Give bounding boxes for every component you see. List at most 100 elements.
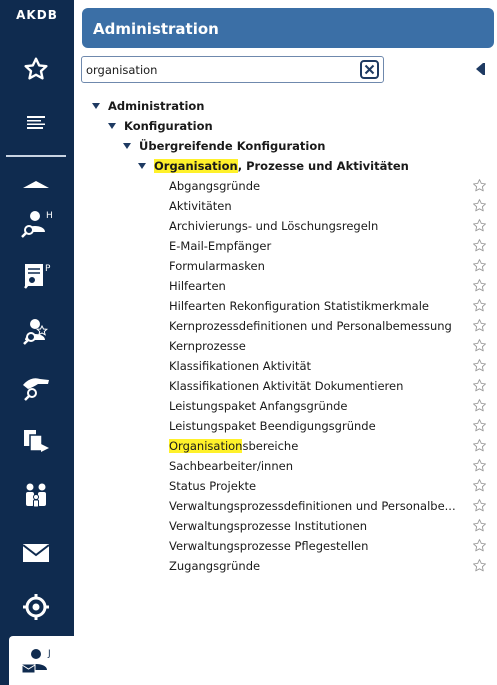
tree-leaf-label: E-Mail-Empfänger [169,239,272,253]
tree-leaf-label: Archivierungs- und Löschungsregeln [169,219,379,233]
tree-node-administration[interactable]: Administration [92,96,205,116]
sidebar: AKDB H P J [0,0,74,685]
tree-node-konfiguration[interactable]: Konfiguration [108,116,213,136]
tree-leaf-item[interactable]: Zugangsgründe [169,556,260,576]
tree-leaf-item[interactable]: Klassifikationen Aktivität [169,356,311,376]
sidebar-item-target[interactable] [12,587,60,627]
favorites-button[interactable] [12,49,60,89]
tree-leaf-item[interactable]: Status Projekte [169,476,256,496]
person-mail-icon: J [21,649,51,674]
favorite-star-icon[interactable] [472,318,487,333]
tree-leaf-label: Hilfearten Rekonfiguration Statistikmerk… [169,299,429,313]
favorite-star-icon[interactable] [472,518,487,533]
menu-lines-icon [27,116,45,129]
sidebar-item-documents-transfer[interactable] [12,421,60,461]
tree-leaf-item[interactable]: Hilfearten [169,276,226,296]
tree-leaf-item[interactable]: Sachbearbeiter/innen [169,456,293,476]
caret-down-icon [92,103,100,109]
collapse-up-button[interactable] [12,164,60,204]
tree-leaf-label: Verwaltungsprozessdefinitionen und Perso… [169,499,456,513]
tree-leaf-item[interactable]: Archivierungs- und Löschungsregeln [169,216,378,236]
sidebar-item-mail[interactable] [12,533,60,573]
sidebar-divider [6,155,66,157]
search-match-highlight: Organisation [154,159,238,173]
tree-leaf-item[interactable]: Leistungspaket Anfangsgründe [169,396,348,416]
favorite-star-icon[interactable] [472,338,487,353]
target-icon [23,594,49,620]
caret-down-icon [123,143,131,149]
sidebar-item-person-star[interactable] [12,311,60,351]
tree-leaf-item[interactable]: Klassifikationen Aktivität Dokumentieren [169,376,403,396]
svg-text:J: J [47,649,51,659]
person-star-icon [23,319,49,345]
tree-leaf-item[interactable]: Organisation sbereiche [169,436,298,456]
page-header: Administration [82,8,494,48]
tree-leaf-item[interactable]: Hilfearten Rekonfiguration Statistikmerk… [169,296,429,316]
hand-search-icon [23,378,49,401]
tree-leaf-item[interactable]: Kernprozessdefinitionen und Personalbeme… [169,316,452,336]
svg-text:H: H [46,211,53,221]
tree-node-organisation-prozesse[interactable]: Organisation, Prozesse und Aktivitäten [138,156,409,176]
sidebar-item-family[interactable] [12,476,60,516]
tree-leaf-label: Klassifikationen Aktivität Dokumentieren [169,379,404,393]
favorite-star-icon[interactable] [472,378,487,393]
search-input[interactable] [86,60,356,79]
tree-leaf-item[interactable]: Verwaltungsprozesse Institutionen [169,516,367,536]
mail-icon [22,544,50,562]
favorite-star-icon[interactable] [472,418,487,433]
tree-leaf-label: Leistungspaket Anfangsgründe [169,399,348,413]
sidebar-item-hand-search[interactable] [12,366,60,406]
close-icon [364,64,375,75]
favorite-star-icon[interactable] [472,538,487,553]
tree-leaf-label: Klassifikationen Aktivität [169,359,312,373]
tree-leaf-item[interactable]: Leistungspaket Beendigungsgründe [169,416,376,436]
favorite-star-icon[interactable] [472,298,487,313]
triangle-left-icon [476,63,485,75]
favorite-star-icon[interactable] [472,458,487,473]
search-box [81,56,384,83]
documents-transfer-icon [24,430,49,452]
tree-leaf-label: Formularmasken [169,259,265,273]
sidebar-item-h[interactable]: H [12,203,60,243]
tree-leaf-item[interactable]: E-Mail-Empfänger [169,236,271,256]
tree-leaf-label: Sachbearbeiter/innen [169,459,294,473]
caret-down-icon [108,123,116,129]
favorite-star-icon[interactable] [472,558,487,573]
tree-leaf-item[interactable]: Abgangsgründe [169,176,260,196]
clear-search-button[interactable] [360,60,379,79]
family-icon [26,483,46,508]
caret-down-icon [138,163,146,169]
tree-leaf-label: sbereiche [242,439,299,453]
tree-node-uebergreifende-konfiguration[interactable]: Übergreifende Konfiguration [123,136,325,156]
tree-leaf-label: Verwaltungsprozesse Pflegestellen [169,539,369,553]
menu-button[interactable] [12,103,60,143]
tree-leaf-label: Kernprozessdefinitionen und Personalbeme… [169,319,452,333]
sidebar-item-j-active[interactable]: J [9,636,74,685]
tree-leaf-label: Zugangsgründe [169,559,261,573]
favorite-star-icon[interactable] [472,398,487,413]
favorite-star-icon[interactable] [472,358,487,373]
svg-text:P: P [45,264,51,274]
favorite-star-icon[interactable] [472,198,487,213]
collapse-up-icon [23,181,49,188]
akdb-logo: AKDB [16,8,58,22]
tree-leaf-item[interactable]: Verwaltungsprozessdefinitionen und Perso… [169,496,456,516]
tree-leaf-label: Verwaltungsprozesse Institutionen [169,519,368,533]
favorite-star-icon[interactable] [472,238,487,253]
tree-leaf-item[interactable]: Formularmasken [169,256,265,276]
favorite-star-icon[interactable] [472,278,487,293]
favorite-star-icon[interactable] [472,258,487,273]
favorite-star-icon[interactable] [472,498,487,513]
favorite-star-icon[interactable] [472,218,487,233]
tree-leaf-item[interactable]: Kernprozesse [169,336,246,356]
favorite-star-icon[interactable] [472,178,487,193]
tree-leaf-label: Aktivitäten [169,199,232,213]
tree-leaf-item[interactable]: Verwaltungsprozesse Pflegestellen [169,536,368,556]
favorite-star-icon[interactable] [472,478,487,493]
page-title: Administration [93,20,219,38]
sidebar-item-p[interactable]: P [12,256,60,296]
tree-leaf-label: Status Projekte [169,479,257,493]
favorite-star-icon[interactable] [472,438,487,453]
collapse-panel-button[interactable] [473,61,487,77]
tree-leaf-item[interactable]: Aktivitäten [169,196,232,216]
